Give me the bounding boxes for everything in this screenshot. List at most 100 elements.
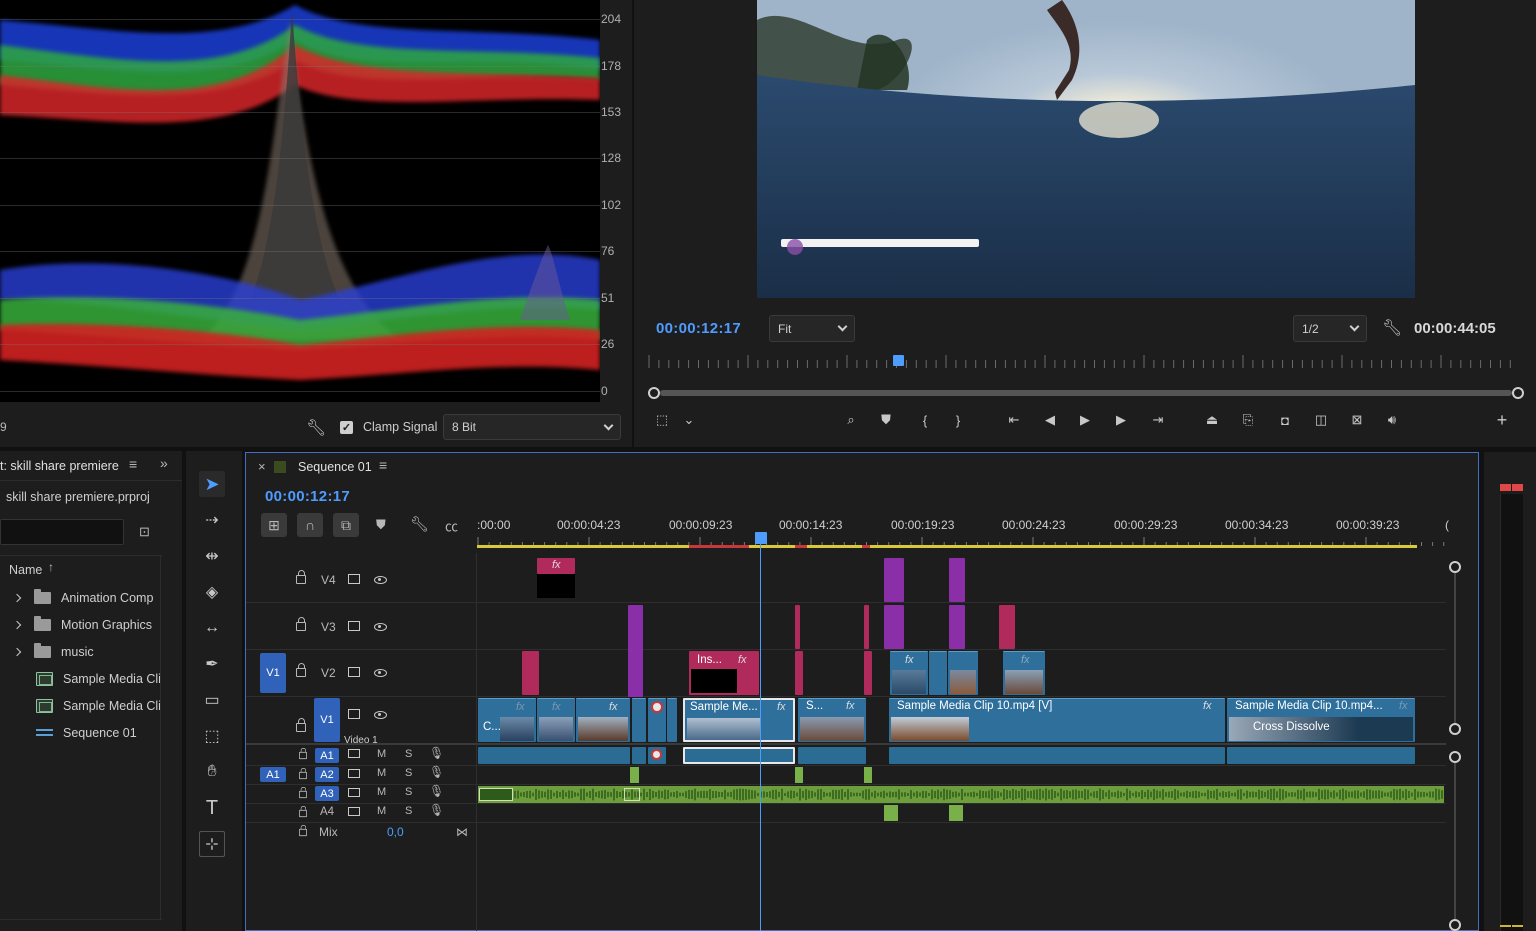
play-icon[interactable]: ▶︎ — [1074, 409, 1096, 431]
v1-selected-clip[interactable]: Sample Me... fx — [683, 698, 795, 742]
solo-button[interactable]: S — [405, 805, 412, 817]
mute-button[interactable]: M — [377, 786, 386, 798]
v4-purple-clip[interactable] — [884, 558, 904, 602]
volume-icon[interactable]: 🔊︎ — [1381, 409, 1403, 431]
mix-volume-value[interactable]: 0,0 — [387, 825, 404, 839]
wrench-icon[interactable]: 🔧︎ — [306, 418, 326, 438]
lock-track-icon[interactable] — [299, 805, 307, 818]
sort-ascending-icon[interactable]: ↑ — [48, 560, 54, 574]
solo-button[interactable]: S — [405, 767, 412, 779]
more-panels-icon[interactable]: » — [160, 455, 168, 471]
source-patch-a1[interactable]: A1 — [260, 767, 286, 782]
toggle-track-output-eye-icon[interactable] — [374, 576, 387, 584]
v1-video-clip[interactable]: fx — [537, 698, 575, 742]
go-to-in-icon[interactable]: ⇤ — [1003, 409, 1025, 431]
v1-video-clip[interactable]: fx — [576, 698, 630, 742]
settings-wrench-icon[interactable]: 🔧︎ — [1382, 318, 1402, 338]
project-item-folder[interactable]: Animation Comp — [0, 584, 162, 611]
source-patch-v1[interactable]: V1 — [260, 653, 286, 693]
lift-search-icon[interactable]: ⌕ — [840, 409, 862, 431]
v2-video-clip[interactable] — [948, 651, 978, 695]
expand-caret-icon[interactable] — [12, 593, 22, 602]
v1-video-clip[interactable]: S... fx — [798, 698, 866, 742]
nest-toggle-icon[interactable]: ⊞ — [261, 513, 287, 537]
program-playhead-timecode[interactable]: 00:00:12:17 — [656, 320, 741, 337]
add-marker-icon[interactable]: ⛊ — [875, 409, 897, 431]
a2-audio-clip[interactable] — [630, 767, 639, 783]
ripple-edit-tool-icon[interactable]: ⇹ — [199, 543, 225, 569]
v1-sample-clip-10b[interactable]: Sample Media Clip 10.mp4... fx Cross Dis… — [1227, 698, 1415, 742]
comparison-view-icon[interactable]: ◫ — [1310, 409, 1332, 431]
v2-inset-clip[interactable]: Ins... fx — [689, 651, 759, 695]
project-tab-title[interactable]: t: skill share premiere — [0, 459, 119, 473]
program-zoom-scrollbar[interactable] — [648, 387, 1524, 399]
v3-pink-clip[interactable] — [864, 605, 869, 649]
timeline-time-ruler[interactable]: :00:00 00:00:04:23 00:00:09:23 00:00:14:… — [477, 513, 1449, 553]
program-playhead-marker[interactable] — [893, 355, 904, 366]
lock-track-icon[interactable] — [296, 718, 306, 732]
v3-purple-clip[interactable] — [949, 605, 965, 649]
panel-menu-icon[interactable]: ≡ — [129, 456, 137, 472]
extract-icon[interactable]: ⎘ — [1237, 409, 1259, 431]
microphone-icon[interactable]: 🎙︎ — [429, 765, 444, 779]
program-time-ruler[interactable] — [648, 355, 1518, 369]
v1-video-clip[interactable] — [667, 698, 677, 742]
playhead-line[interactable] — [760, 543, 761, 931]
v4-purple-clip[interactable] — [949, 558, 965, 602]
step-forward-icon[interactable]: ▶︎ — [1110, 409, 1132, 431]
microphone-icon[interactable]: 🎙︎ — [429, 784, 444, 798]
project-search-input[interactable] — [0, 519, 124, 545]
v2-video-clip[interactable] — [929, 651, 947, 695]
slip-tool-icon[interactable]: ↔ — [199, 615, 225, 641]
a2-audio-clip[interactable] — [864, 767, 872, 783]
camera-export-frame-icon[interactable]: ◘ — [1274, 409, 1296, 431]
razor-tool-icon[interactable]: ◈ — [199, 579, 225, 605]
project-item-sequence[interactable]: Sequence 01 — [0, 719, 162, 746]
microphone-icon[interactable]: 🎙︎ — [429, 746, 444, 760]
toggle-sync-lock-icon[interactable] — [348, 574, 360, 584]
new-bin-icon[interactable]: ⊡ — [139, 524, 150, 540]
toggle-track-output-eye-icon[interactable] — [374, 623, 387, 631]
a1-audio-clip[interactable] — [648, 747, 666, 764]
playback-resolution-dropdown[interactable]: 1/2 — [1293, 315, 1367, 342]
toggle-sync-lock-icon[interactable] — [348, 621, 360, 631]
solo-button[interactable]: S — [405, 748, 412, 760]
lock-track-icon[interactable] — [299, 786, 307, 799]
clamp-signal-checkbox[interactable]: ✓ — [340, 421, 353, 434]
lock-track-icon[interactable] — [299, 767, 307, 780]
step-back-icon[interactable]: ◀︎ — [1039, 409, 1061, 431]
lock-track-icon[interactable] — [296, 617, 306, 631]
clip-indicator-left[interactable] — [1500, 484, 1511, 491]
timeline-settings-wrench-icon[interactable]: 🔧︎ — [410, 515, 429, 533]
project-item-clip[interactable]: Sample Media Cli — [0, 692, 162, 719]
a4-audio-clip[interactable] — [884, 805, 898, 821]
expand-caret-icon[interactable] — [12, 647, 22, 656]
a1-audio-clip[interactable] — [478, 747, 630, 764]
add-marker-icon[interactable]: ⛊ — [376, 517, 386, 533]
work-area-bar[interactable] — [477, 545, 1417, 548]
toggle-sync-lock-icon[interactable] — [348, 769, 360, 778]
track-select-tool-icon[interactable]: ⇢ — [199, 507, 225, 533]
a4-audio-clip[interactable] — [949, 805, 963, 821]
solo-button[interactable]: S — [405, 786, 412, 798]
program-video-frame[interactable] — [757, 0, 1415, 298]
mark-in-icon[interactable]: { — [914, 409, 936, 431]
track-target-a1[interactable]: A1 — [315, 748, 339, 763]
clip-indicator-right[interactable] — [1512, 484, 1523, 491]
type-tool-icon[interactable]: T — [199, 795, 225, 821]
vr-toggle-icon[interactable]: ⊠ — [1346, 409, 1368, 431]
a1-audio-clip[interactable] — [798, 747, 866, 764]
lock-track-icon[interactable] — [296, 663, 306, 677]
v3-pink-clip[interactable] — [795, 605, 800, 649]
close-icon[interactable]: × — [258, 459, 266, 474]
toggle-track-output-eye-icon[interactable] — [374, 669, 387, 677]
lock-track-icon[interactable] — [296, 570, 306, 584]
a1-selected-audio-clip[interactable] — [683, 747, 795, 764]
v2-pink-clip[interactable] — [795, 651, 803, 695]
mix-bowtie-icon[interactable]: ⋈ — [456, 825, 468, 839]
v2-pink-clip[interactable] — [522, 651, 539, 695]
track-target-a2[interactable]: A2 — [315, 767, 339, 782]
v1-video-clip[interactable] — [648, 698, 666, 742]
mark-out-icon[interactable]: } — [947, 409, 969, 431]
rectangle-tool-icon[interactable]: ▭ — [199, 687, 225, 713]
